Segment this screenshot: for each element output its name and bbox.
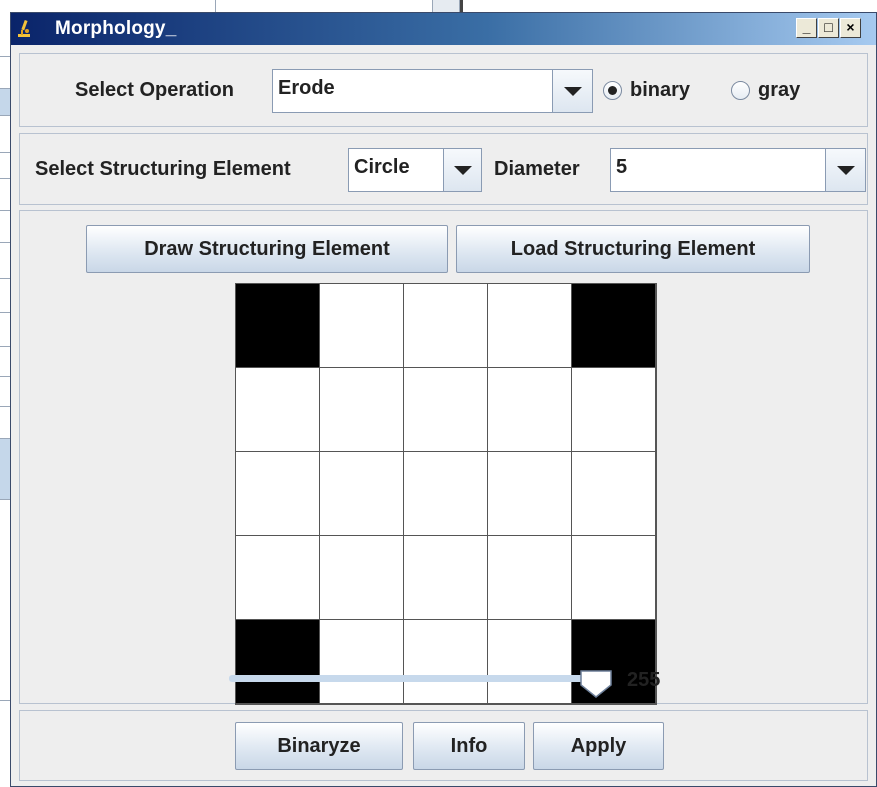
background-scrollbar [432,0,460,12]
background-tab [0,438,10,500]
background-divider [0,278,10,279]
chevron-down-icon [563,87,582,96]
load-structuring-element-button[interactable]: Load Structuring Element [456,225,810,273]
diameter-select[interactable]: 5 [610,148,866,192]
operation-dropdown-button[interactable] [552,70,592,112]
microscope-icon [18,19,30,37]
background-tab [0,88,10,116]
background-divider [0,210,10,211]
draw-structuring-element-button[interactable]: Draw Structuring Element [86,225,448,273]
gray-radio[interactable]: gray [731,78,821,104]
radio-unselected-icon [731,81,750,100]
background-window-edge [215,0,455,12]
diameter-select-value: 5 [616,156,628,178]
action-panel: Binaryze Info Apply [19,710,868,781]
window-title: Morphology_ [55,18,177,39]
morphology-window: Morphology_ _ □ × Select Operation Erode… [10,12,877,787]
background-scrollbar-edge [460,0,463,12]
grid-cell[interactable] [488,536,572,620]
background-divider [0,178,10,179]
grid-cell[interactable] [488,620,572,704]
grid-cell[interactable] [236,620,320,704]
title-bar[interactable]: Morphology_ _ □ × [11,13,876,45]
grid-cell[interactable] [404,368,488,452]
chevron-down-icon [836,166,855,175]
grid-cell[interactable] [320,536,404,620]
grid-cell[interactable] [236,536,320,620]
maximize-button[interactable]: □ [818,18,839,38]
grid-cell[interactable] [320,452,404,536]
structuring-element-grid[interactable] [235,283,657,705]
background-divider [0,242,10,243]
grid-cell[interactable] [320,284,404,368]
grid-cell[interactable] [572,536,656,620]
grid-cell[interactable] [320,620,404,704]
grid-cell[interactable] [404,620,488,704]
grid-cell[interactable] [320,368,404,452]
diameter-label: Diameter [494,158,580,180]
grid-cell[interactable] [236,368,320,452]
apply-button[interactable]: Apply [533,722,664,770]
shape-select[interactable]: Circle [348,148,482,192]
close-button[interactable]: × [840,18,861,38]
grid-cell[interactable] [404,536,488,620]
diameter-dropdown-button[interactable] [825,149,865,191]
grid-cell[interactable] [572,284,656,368]
operation-select-value: Erode [278,77,335,99]
gray-radio-label: gray [758,79,801,101]
background-window [0,0,10,787]
grid-cell[interactable] [488,368,572,452]
chevron-down-icon [453,166,472,175]
background-divider [0,700,10,701]
grid-cell[interactable] [236,284,320,368]
threshold-slider-thumb[interactable] [579,669,615,699]
threshold-slider-value: 255 [627,669,661,691]
background-divider [0,312,10,313]
select-structuring-element-label: Select Structuring Element [35,158,291,180]
binary-radio[interactable]: binary [603,78,713,104]
operation-panel: Select Operation Erode binary gray [19,53,868,127]
structuring-element-panel: Select Structuring Element Circle Diamet… [19,133,868,205]
shape-dropdown-button[interactable] [443,149,481,191]
binary-radio-label: binary [630,79,691,101]
background-divider [0,56,10,57]
background-divider [0,346,10,347]
info-button[interactable]: Info [413,722,525,770]
threshold-slider-track[interactable] [229,675,604,682]
grid-cell[interactable] [572,368,656,452]
shape-select-value: Circle [354,156,410,178]
background-divider [0,376,10,377]
background-divider [0,152,10,153]
grid-cell[interactable] [404,284,488,368]
operation-select[interactable]: Erode [272,69,593,113]
select-operation-label: Select Operation [75,79,234,101]
grid-cell[interactable] [236,452,320,536]
binaryze-button[interactable]: Binaryze [235,722,403,770]
grid-cell[interactable] [488,284,572,368]
grid-cell[interactable] [572,452,656,536]
grid-cell[interactable] [488,452,572,536]
radio-selected-icon [603,81,622,100]
minimize-button[interactable]: _ [796,18,817,38]
grid-cell[interactable] [404,452,488,536]
background-divider [0,406,10,407]
